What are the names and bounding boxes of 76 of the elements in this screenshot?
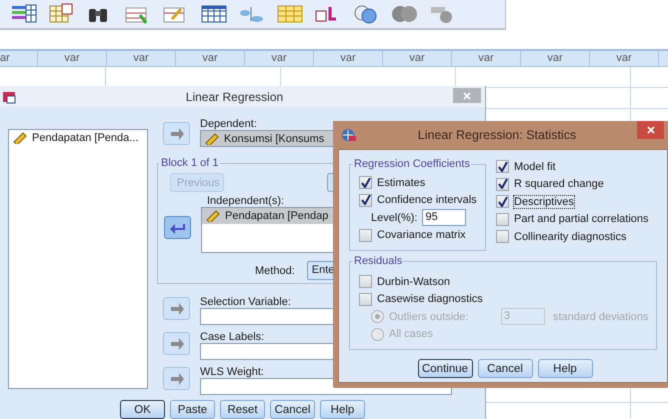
button[interactable]: Help — [320, 400, 365, 419]
field-label: Independent(s): — [207, 195, 284, 207]
check-icon — [498, 196, 508, 207]
filled-circles-icon[interactable] — [390, 3, 418, 25]
ruler-icon — [206, 210, 220, 222]
button[interactable]: Cancel — [270, 400, 315, 419]
window-title: Linear Regression — [184, 90, 284, 104]
checkbox[interactable] — [496, 230, 509, 244]
column-header[interactable]: var — [521, 51, 590, 66]
button[interactable]: Cancel — [478, 359, 532, 378]
arrow-button[interactable] — [164, 216, 191, 239]
column-header[interactable]: var — [452, 51, 521, 66]
app-icon — [341, 128, 357, 142]
group-label: Residuals — [353, 255, 404, 267]
unit-label: standard deviations — [553, 310, 648, 323]
column-header[interactable]: var — [107, 51, 176, 66]
app-icon — [2, 90, 16, 104]
close-icon — [646, 126, 654, 134]
checkbox-label: Durbin-Watson — [377, 276, 450, 288]
column-header[interactable]: var — [176, 51, 245, 66]
arrow-icon — [168, 372, 184, 386]
button[interactable]: Reset — [220, 400, 265, 419]
checkbox-label: Descriptives — [514, 196, 574, 208]
checkbox-label: R squared change — [514, 178, 604, 190]
checkbox-label: Part and partial correlations — [514, 213, 649, 226]
arrow-icon — [168, 126, 184, 140]
button[interactable]: Paste — [170, 400, 215, 419]
close-button[interactable] — [453, 88, 481, 103]
checkbox[interactable] — [359, 275, 372, 288]
arrow-icon — [168, 302, 184, 316]
check-icon — [360, 178, 370, 188]
field-label: Level(%): — [371, 212, 418, 224]
column-header[interactable]: var — [383, 51, 452, 66]
grid-icon[interactable] — [200, 3, 228, 25]
method-label: Method: — [255, 264, 295, 276]
column-header[interactable]: ar — [0, 51, 38, 66]
column-header[interactable]: var — [590, 51, 659, 66]
column-header[interactable]: var — [245, 51, 314, 66]
checkbox-label: Estimates — [377, 176, 426, 189]
variable-item[interactable]: Pendapatan [Penda... — [9, 130, 147, 146]
arrow-icon — [168, 336, 184, 350]
button[interactable]: Help — [538, 359, 592, 378]
group-label: Regression Coefficients — [353, 158, 471, 170]
column-header[interactable]: var — [38, 51, 107, 66]
checkbox-label: Model fit — [514, 160, 556, 173]
checkbox[interactable] — [496, 178, 509, 191]
checkbox[interactable] — [359, 194, 372, 207]
checkbox[interactable] — [359, 176, 372, 190]
check-icon — [498, 179, 508, 190]
check-icon — [360, 195, 370, 206]
column-header[interactable]: var — [314, 51, 383, 66]
ruler-icon — [205, 132, 219, 144]
checkbox-label: Confidence intervals — [377, 194, 477, 206]
list-icon[interactable] — [10, 3, 38, 25]
button[interactable]: Continue — [418, 359, 472, 378]
checkbox-label: Casewise diagnostics — [377, 293, 483, 306]
ruler-icon — [13, 132, 27, 144]
checkbox[interactable] — [496, 212, 509, 226]
check-icon — [498, 162, 508, 172]
radio-label: All cases — [389, 328, 434, 340]
close-button[interactable] — [637, 121, 664, 139]
field-label: WLS Weight: — [200, 366, 264, 378]
input-field[interactable]: 95 — [422, 209, 466, 226]
close-icon — [463, 92, 471, 100]
checkbox[interactable] — [496, 160, 509, 174]
field-label: Dependent: — [200, 118, 257, 130]
checkbox[interactable] — [359, 228, 372, 242]
checkbox-label: Collinearity diagnostics — [514, 230, 626, 243]
field-label: Selection Variable: — [200, 296, 291, 308]
spreadsheet-icon[interactable] — [276, 3, 304, 25]
field-label: Case Labels: — [200, 331, 264, 343]
checkbox[interactable] — [359, 292, 372, 306]
button[interactable]: OK — [120, 400, 165, 419]
radio-label: Outliers outside: — [389, 310, 470, 323]
group-label: Block 1 of 1 — [160, 157, 220, 169]
checkbox[interactable] — [496, 195, 509, 208]
